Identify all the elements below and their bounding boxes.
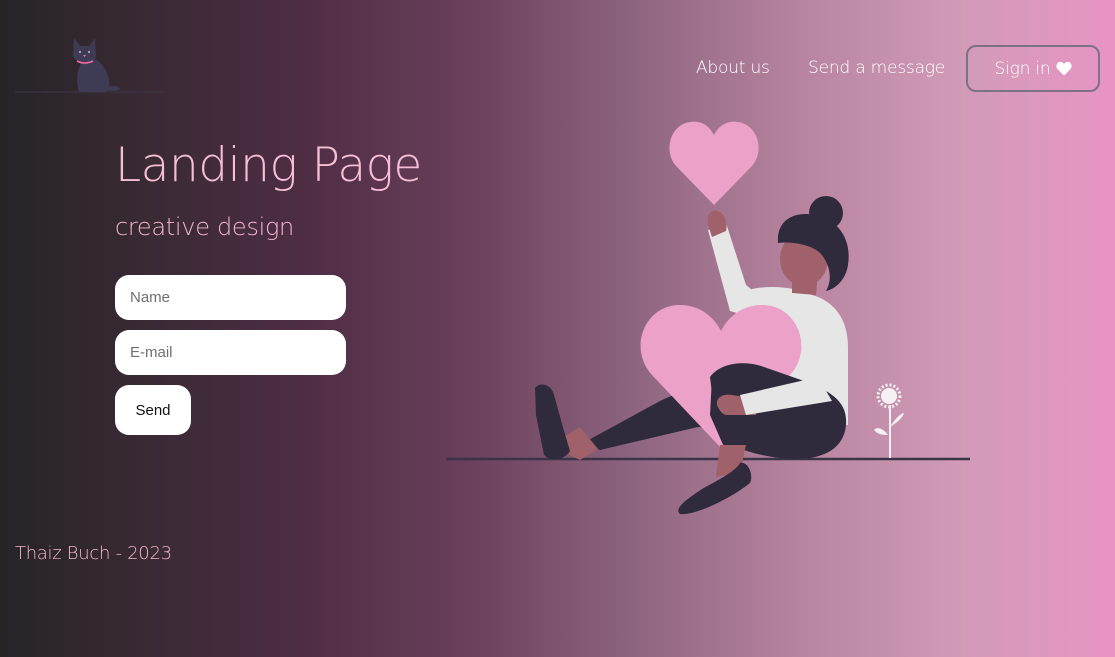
page-title: Landing Page [115,138,422,193]
footer-credit: Thaiz Buch - 2023 [15,543,172,564]
nav-about-us-link[interactable]: About us [696,56,770,80]
sign-in-label: Sign in [994,58,1051,79]
sign-in-button[interactable]: Sign in [966,45,1100,92]
cat-logo-icon[interactable] [15,30,165,94]
send-button[interactable]: Send [115,385,191,435]
page-subtitle: creative design [115,213,294,241]
heart-icon [1055,61,1072,76]
name-input[interactable] [115,275,346,320]
nav-send-message-link[interactable]: Send a message [808,56,945,80]
small-heart-icon [669,121,759,205]
email-input[interactable] [115,330,346,375]
woman-with-hearts-illustration [440,115,975,520]
flower-icon [874,383,904,458]
